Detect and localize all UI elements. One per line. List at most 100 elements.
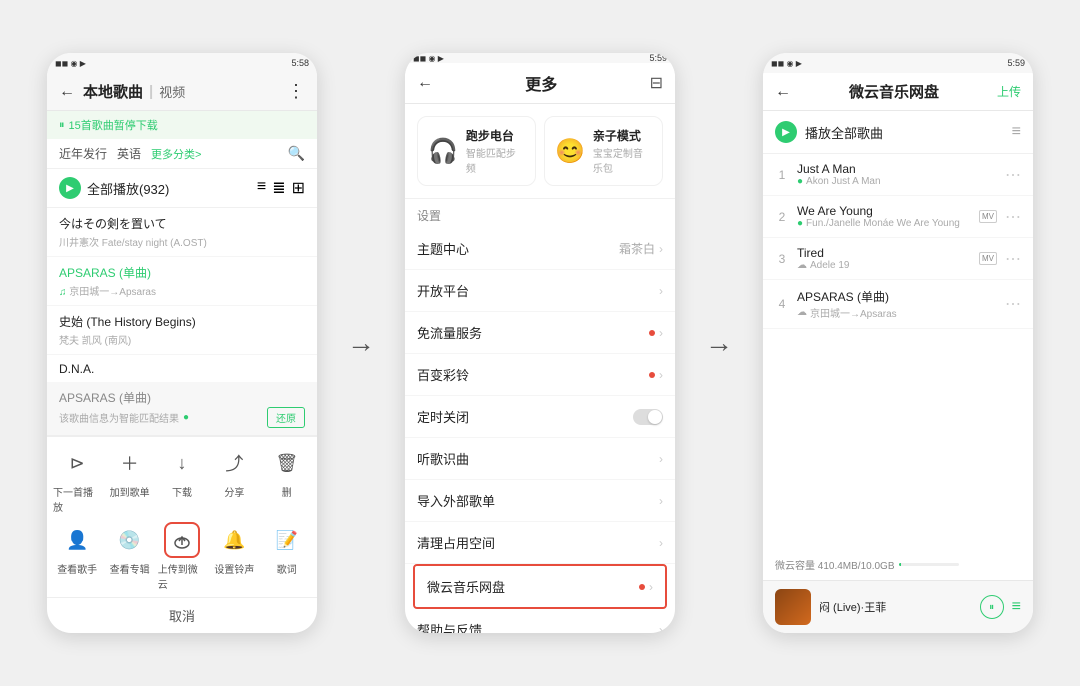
phone3-song-1-more[interactable]: ⋯ <box>1005 165 1021 185</box>
phone1-song-1[interactable]: 今はその剣を置いて 川井憲次 Fate/stay night (A.OST) <box>47 208 317 257</box>
phone1-action-album[interactable]: 💿 查看专辑 <box>105 522 153 591</box>
phone2-menu-flow-chevron: › <box>659 326 663 340</box>
phone1-action-singer[interactable]: 👤 查看歌手 <box>53 522 101 591</box>
phone3-song-3[interactable]: 3 Tired ☁ Adele 19 MV ⋯ <box>763 238 1033 280</box>
phone2-menu-theme[interactable]: 主题中心 霜茶白 › <box>405 228 675 270</box>
phone3-back-button[interactable]: ← <box>775 83 791 101</box>
phone1-title-sub: 视频 <box>159 82 185 101</box>
phone3-song-2[interactable]: 2 We Are Young ● Fun./Janelle Monáe We A… <box>763 196 1033 238</box>
phone1-list-icon-3[interactable]: ⊞ <box>292 178 305 198</box>
phone2-header-icon[interactable]: ⊟ <box>650 73 663 93</box>
phone2-menu-ringtone-dot <box>649 372 655 378</box>
phone3-list-icon[interactable]: ≡ <box>1012 123 1021 141</box>
screenshot-container: ◼◼ ◉ ▶ 5:58 ← 本地歌曲 | 视频 ⋮ ⏸ 15首歌曲暂停下载 近年… <box>0 0 1080 686</box>
phone1-cancel[interactable]: 取消 <box>47 597 317 633</box>
phone1-add-label: 加到歌单 <box>110 484 150 499</box>
phone1-play-all[interactable]: ▶ 全部播放(932) ≡ ≣ ⊞ <box>47 169 317 208</box>
phone1-more-button[interactable]: ⋮ <box>287 81 305 102</box>
phone1-special-item: APSARAS (单曲) 该歌曲信息为智能匹配结果 ● 还原 <box>47 382 317 436</box>
phone2-menu-clean[interactable]: 清理占用空间 › <box>405 522 675 564</box>
phone1-song-3[interactable]: 史始 (The History Begins) 梵夫 凯风 (南风) <box>47 306 317 355</box>
phone2-menu-timer-label: 定时关闭 <box>417 407 469 426</box>
phone3-song-4-info: APSARAS (单曲) ☁ 京田城一→Apsaras <box>797 288 997 320</box>
phone3-player-pause-button[interactable]: ⏸ <box>980 595 1004 619</box>
phone3-player-list-icon[interactable]: ≡ <box>1012 598 1021 616</box>
phone1-ringtone-icon: 🔔 <box>216 522 252 558</box>
phone2-menu-ringtone[interactable]: 百变彩铃 › <box>405 354 675 396</box>
phone1-ringtone-label: 设置铃声 <box>214 561 254 576</box>
phone1-list-icon-2[interactable]: ≣ <box>272 178 285 198</box>
phone3-title: 微云音乐网盘 <box>799 81 989 102</box>
phone1-song-2[interactable]: APSARAS (单曲) ♫ 京田城一→Apsaras <box>47 257 317 306</box>
phone3-song-1-sub: ● Akon Just A Man <box>797 176 997 187</box>
phone3-song-4[interactable]: 4 APSARAS (单曲) ☁ 京田城一→Apsaras ⋯ <box>763 280 1033 329</box>
arrow-2: → <box>705 327 733 359</box>
phone1-cancel-text: 取消 <box>169 609 195 624</box>
phone2-status-bar: ◼◼ ◉ ▶ 5:59 <box>405 53 675 63</box>
phone3-play-all[interactable]: ▶ 播放全部歌曲 ≡ <box>763 111 1033 154</box>
phone1-more-tags[interactable]: 更多分类> <box>151 146 201 162</box>
phone2-menu-import-label: 导入外部歌单 <box>417 491 495 510</box>
phone3-song-2-more[interactable]: ⋯ <box>1005 207 1021 227</box>
phone1-action-ringtone[interactable]: 🔔 设置铃声 <box>210 522 258 591</box>
phone1-back-button[interactable]: ← <box>59 83 75 101</box>
phone1-singer-icon: 👤 <box>59 522 95 558</box>
phone3-play-button[interactable]: ▶ <box>775 121 797 143</box>
phone1-action-upload[interactable]: 上传到微云 <box>158 522 206 591</box>
phone2-menu-weiyun[interactable]: 微云音乐网盘 › <box>415 566 665 607</box>
phone2-status-icons: ◼◼ ◉ ▶ <box>413 54 444 63</box>
phone1-share-icon: ⤴ <box>216 445 252 481</box>
phone3-song-1[interactable]: 1 Just A Man ● Akon Just A Man ⋯ <box>763 154 1033 196</box>
phone3-player: 闷 (Live)·王菲 ⏸ ≡ <box>763 580 1033 633</box>
phone1-song-1-title: 今はその剣を置いて <box>59 215 305 232</box>
phone2-menu-help-label: 帮助与反馈 <box>417 620 482 633</box>
phone1-action-lyrics[interactable]: 📝 歌词 <box>263 522 311 591</box>
phone1-time: 5:58 <box>291 58 309 68</box>
phone1-next-label: 下一首播放 <box>53 484 101 514</box>
phone3-song-2-sub: ● Fun./Janelle Monáe We Are Young <box>797 218 971 229</box>
phone1-search-icon[interactable]: 🔍 <box>288 145 305 162</box>
phone3-song-4-title: APSARAS (单曲) <box>797 288 997 305</box>
phone1-list-icon-1[interactable]: ≡ <box>257 178 266 198</box>
phone2-menu-theme-right: 霜茶白 › <box>619 240 663 257</box>
phone1-lyrics-icon: 📝 <box>269 522 305 558</box>
phone1-lyrics-label: 歌词 <box>277 561 297 576</box>
phone2-menu-weiyun-chevron: › <box>649 580 653 594</box>
phone1-action-share[interactable]: ⤴ 分享 <box>210 445 258 514</box>
phone3-song-4-artist: 京田城一→Apsaras <box>810 305 897 320</box>
phone2-menu-identify[interactable]: 听歌识曲 › <box>405 438 675 480</box>
phone1-list-icons: ≡ ≣ ⊞ <box>257 178 305 198</box>
phone1-action-delete[interactable]: 🗑 删 <box>263 445 311 514</box>
phone3-song-3-artist: Adele 19 <box>810 260 849 271</box>
phone1-action-next[interactable]: ⊳ 下一首播放 <box>53 445 101 514</box>
phone1-tags: 近年发行 英语 更多分类> 🔍 <box>47 139 317 169</box>
phone2-menu-open[interactable]: 开放平台 › <box>405 270 675 312</box>
phone2-feature-child[interactable]: 😊 亲子模式 宝宝定制音乐包 <box>544 116 663 186</box>
phone1-tag-2[interactable]: 英语 <box>117 145 141 162</box>
phone1-song-dna[interactable]: D.N.A. <box>47 355 317 382</box>
phone3-song-4-more[interactable]: ⋯ <box>1005 294 1021 314</box>
phone1-action-download[interactable]: ↓ 下载 <box>158 445 206 514</box>
phone2-menu-import[interactable]: 导入外部歌单 › <box>405 480 675 522</box>
phone2-timer-toggle[interactable] <box>633 409 663 425</box>
phone1-restore-button[interactable]: 还原 <box>267 407 305 428</box>
phone2-menu-help[interactable]: 帮助与反馈 › <box>405 609 675 633</box>
phone3-song-3-title: Tired <box>797 246 971 260</box>
phone2-back-button[interactable]: ← <box>417 74 433 92</box>
phone2-child-text: 亲子模式 宝宝定制音乐包 <box>593 127 652 175</box>
phone1-title-sep: | <box>149 83 153 100</box>
phone2-menu-flow[interactable]: 免流量服务 › <box>405 312 675 354</box>
phone3-upload-button[interactable]: 上传 <box>997 83 1021 100</box>
phone1-tag-1[interactable]: 近年发行 <box>59 145 107 162</box>
phone1-special-title: APSARAS (单曲) <box>59 391 151 405</box>
phone3-song-3-more[interactable]: ⋯ <box>1005 249 1021 269</box>
phone2-feature-row: 🎧 跑步电台 智能匹配步频 😊 亲子模式 宝宝定制音乐包 <box>405 104 675 199</box>
phone3-song-1-cloud: ● <box>797 176 803 187</box>
phone1-action-add[interactable]: ＋ 加到歌单 <box>105 445 153 514</box>
phone1-play-button[interactable]: ▶ <box>59 177 81 199</box>
phone1-actions-row1: ⊳ 下一首播放 ＋ 加到歌单 ↓ 下载 ⤴ 分享 🗑 删 <box>47 436 317 518</box>
phone2-menu-timer[interactable]: 定时关闭 <box>405 396 675 438</box>
phone2-feature-running[interactable]: 🎧 跑步电台 智能匹配步频 <box>417 116 536 186</box>
phone3-storage-fill <box>899 563 901 566</box>
phone1-banner-text: 15首歌曲暂停下载 <box>69 117 158 133</box>
